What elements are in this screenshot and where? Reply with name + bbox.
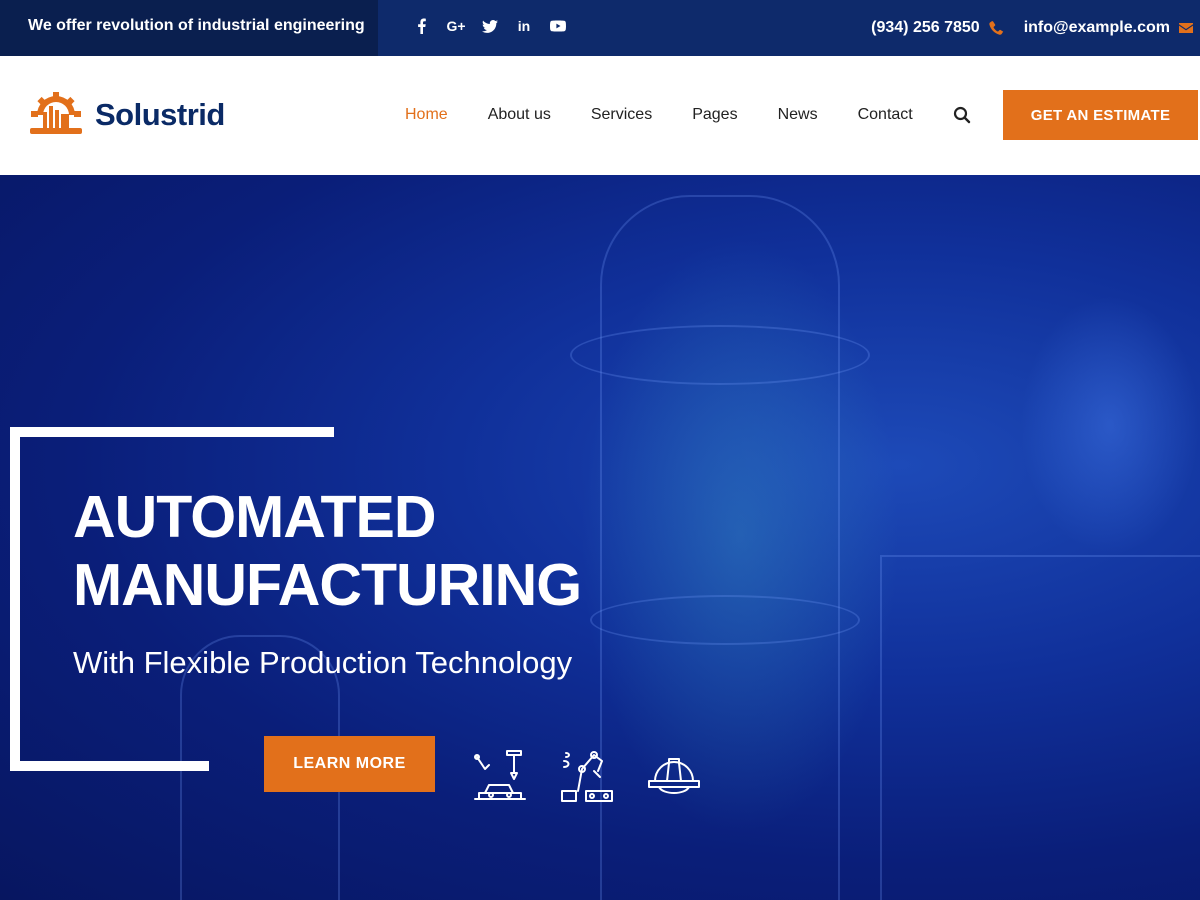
main-nav: Home About us Services Pages News Contac… — [405, 106, 971, 124]
gear-factory-logo-icon — [30, 92, 82, 134]
learn-more-button[interactable]: LEARN MORE — [264, 736, 435, 792]
email-contact[interactable]: info@example.com — [1024, 19, 1194, 37]
nav-about-us[interactable]: About us — [488, 106, 551, 124]
hero-frame-top — [10, 427, 334, 437]
hero-frame-bottom — [10, 761, 209, 771]
google-plus-icon[interactable]: G+ — [444, 14, 468, 38]
background-tower — [600, 195, 840, 900]
tagline-box: We offer revolution of industrial engine… — [0, 0, 378, 56]
nav-pages[interactable]: Pages — [692, 106, 737, 124]
hero-title-line-2: MANUFACTURING — [73, 552, 582, 618]
robotic-welding-car-icon — [471, 747, 529, 805]
phone-contact[interactable]: (934) 256 7850 — [871, 19, 1004, 37]
hero-background-glow-right — [1020, 295, 1200, 555]
phone-icon — [989, 21, 1004, 35]
main-header: Solustrid Home About us Services Pages N… — [0, 56, 1200, 175]
robot-arm-factory-icon — [558, 747, 616, 805]
twitter-icon[interactable] — [478, 14, 502, 38]
nav-services[interactable]: Services — [591, 106, 652, 124]
nav-news[interactable]: News — [778, 106, 818, 124]
hard-hat-icon — [645, 747, 703, 805]
tagline: We offer revolution of industrial engine… — [28, 17, 365, 34]
nav-contact[interactable]: Contact — [858, 106, 913, 124]
top-bar: We offer revolution of industrial engine… — [0, 0, 1200, 56]
get-estimate-button[interactable]: GET AN ESTIMATE — [1003, 90, 1198, 140]
background-structure — [880, 555, 1200, 900]
phone-number: (934) 256 7850 — [871, 19, 980, 36]
background-tower-ring — [590, 595, 860, 645]
background-tower-ring — [570, 325, 870, 385]
site-logo[interactable]: Solustrid — [27, 92, 225, 138]
hero-banner: AUTOMATED MANUFACTURING With Flexible Pr… — [0, 175, 1200, 900]
nav-home[interactable]: Home — [405, 106, 448, 124]
brand-name: Solustrid — [95, 97, 225, 132]
hero-title: AUTOMATED MANUFACTURING — [73, 483, 582, 619]
email-address: info@example.com — [1023, 19, 1170, 36]
envelope-icon — [1179, 23, 1193, 33]
search-icon[interactable] — [953, 106, 971, 124]
hero-subtitle: With Flexible Production Technology — [73, 645, 573, 680]
contact-info: (934) 256 7850 info@example.com — [871, 0, 1200, 56]
hero-frame-left — [10, 427, 20, 771]
social-links: G+ in — [410, 14, 570, 38]
facebook-icon[interactable] — [410, 14, 434, 38]
hero-title-line-1: AUTOMATED — [73, 484, 436, 550]
youtube-icon[interactable] — [546, 14, 570, 38]
linkedin-icon[interactable]: in — [512, 14, 536, 38]
